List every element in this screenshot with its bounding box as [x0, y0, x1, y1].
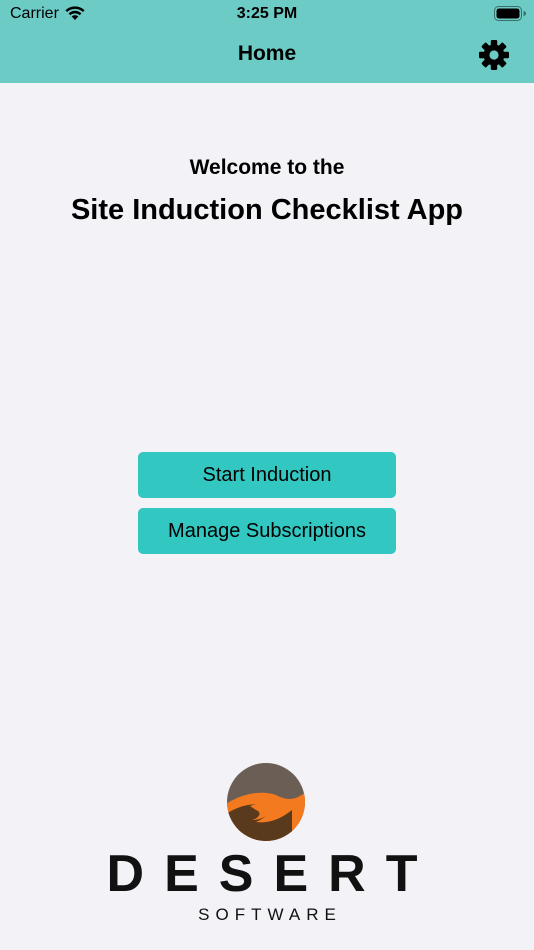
start-induction-button[interactable]: Start Induction: [138, 452, 396, 498]
logo-subtitle: SOFTWARE: [198, 905, 342, 924]
status-bar: Carrier 3:25 PM: [0, 0, 534, 28]
app-title: Site Induction Checklist App: [70, 194, 464, 226]
manage-subscriptions-button[interactable]: Manage Subscriptions: [138, 508, 396, 554]
gear-icon: [479, 40, 509, 70]
welcome-text: Welcome to the: [189, 156, 345, 179]
battery-icon: [494, 6, 526, 21]
home-screen: Carrier 3:25 PM Home Welcome to the Site…: [0, 0, 534, 950]
desert-logo-icon: [227, 763, 305, 841]
logo-wordmark: DESERT: [106, 845, 438, 903]
nav-title: Home: [237, 42, 297, 65]
settings-button[interactable]: [476, 37, 512, 73]
header: Carrier 3:25 PM Home: [0, 0, 534, 83]
clock: 3:25 PM: [236, 5, 298, 22]
